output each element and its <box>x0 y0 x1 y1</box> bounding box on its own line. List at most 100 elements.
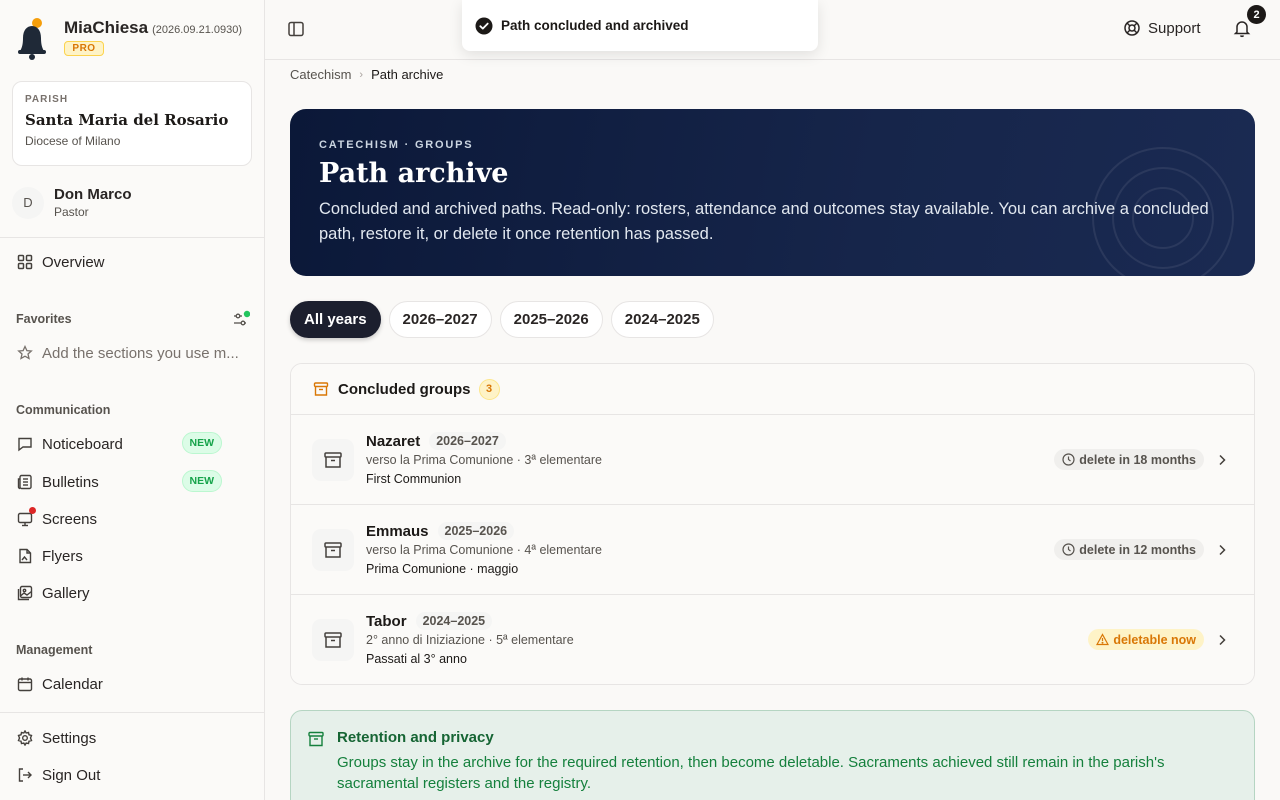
sidebar-item-noticeboard[interactable]: Noticeboard NEW <box>16 432 248 456</box>
favorites-placeholder: Add the sections you use m... <box>42 344 239 362</box>
chevron-right-icon[interactable] <box>1214 452 1230 468</box>
year-badge: 2024–2025 <box>415 612 493 630</box>
user-profile[interactable]: D Don Marco Pastor <box>12 186 132 219</box>
sidebar-item-screens[interactable]: Screens <box>16 507 248 531</box>
check-circle-icon <box>475 17 493 35</box>
retention-status: delete in 12 months <box>1054 539 1204 560</box>
message-icon <box>16 435 34 453</box>
archive-box-icon <box>312 529 354 571</box>
support-button[interactable]: Support <box>1123 19 1201 37</box>
monitor-icon <box>16 507 36 528</box>
sidebar-item-overview[interactable]: Overview <box>16 250 248 274</box>
status-label: delete in 18 months <box>1079 452 1196 467</box>
favorites-label: Favorites <box>16 312 72 326</box>
retention-title: Retention and privacy <box>337 729 494 746</box>
filter-all-years[interactable]: All years <box>290 301 381 338</box>
group-name: Tabor <box>366 612 407 630</box>
grid-icon <box>16 253 34 271</box>
chevron-right-icon: › <box>359 68 364 81</box>
brand[interactable]: MiaChiesa (2026.09.21.0930) PRO <box>16 18 242 62</box>
sidebar-item-label: Noticeboard <box>42 435 123 453</box>
sidebar-toggle-icon[interactable] <box>287 20 305 38</box>
user-name: Don Marco <box>54 186 132 203</box>
concluded-groups-header: Concluded groups 3 <box>291 364 1254 415</box>
table-row[interactable]: Tabor 2024–2025 2° anno di Iniziazione ·… <box>291 595 1254 684</box>
parish-switcher[interactable]: PARISH Santa Maria del Rosario Diocese o… <box>12 81 252 166</box>
retention-status: deletable now <box>1088 629 1204 650</box>
status-label: deletable now <box>1113 632 1196 647</box>
sidebar-item-label: Settings <box>42 729 97 747</box>
sidebar-item-flyers[interactable]: Flyers <box>16 544 248 568</box>
retention-text: Groups stay in the archive for the requi… <box>337 754 1165 792</box>
sidebar-item-label: Calendar <box>42 675 103 693</box>
year-badge: 2026–2027 <box>429 432 506 450</box>
warning-triangle-icon <box>1096 633 1110 646</box>
concluded-groups-title: Concluded groups <box>338 380 471 398</box>
logout-icon <box>16 766 34 784</box>
pro-badge: PRO <box>64 41 104 56</box>
sidebar: MiaChiesa (2026.09.21.0930) PRO PARISH S… <box>0 0 265 800</box>
breadcrumb: Catechism › Path archive <box>290 67 443 82</box>
page-title: Path archive <box>319 158 509 189</box>
sidebar-item-settings[interactable]: Settings <box>16 726 248 750</box>
chevron-right-icon[interactable] <box>1214 542 1230 558</box>
table-row[interactable]: Emmaus 2025–2026 verso la Prima Comunion… <box>291 505 1254 595</box>
group-outcome: First Communion <box>366 472 462 486</box>
table-row[interactable]: Nazaret 2026–2027 verso la Prima Comunio… <box>291 415 1254 505</box>
decorative-rings-icon <box>1092 147 1234 276</box>
sidebar-item-label: Overview <box>42 253 105 271</box>
group-path: verso la Prima Comunione · 4ª elementare <box>366 543 602 557</box>
retention-status: delete in 18 months <box>1054 449 1204 470</box>
bell-logo-icon <box>16 18 50 62</box>
parish-diocese: Diocese of Milano <box>25 134 121 148</box>
filter-2024-2025[interactable]: 2024–2025 <box>610 301 714 338</box>
star-icon <box>16 344 34 362</box>
archive-icon <box>313 381 329 397</box>
communication-label: Communication <box>16 403 111 417</box>
status-label: delete in 12 months <box>1079 542 1196 557</box>
chevron-right-icon[interactable] <box>1214 632 1230 648</box>
year-badge: 2025–2026 <box>437 522 515 540</box>
alert-dot <box>29 507 36 514</box>
clock-icon <box>1062 543 1075 556</box>
app-name: MiaChiesa <box>64 18 149 37</box>
divider <box>0 237 264 238</box>
year-filter: All years 2026–2027 2025–2026 2024–2025 <box>290 301 722 338</box>
clock-icon <box>1062 453 1075 466</box>
group-name: Emmaus <box>366 522 429 540</box>
breadcrumb-current: Path archive <box>371 67 444 82</box>
filter-2026-2027[interactable]: 2026–2027 <box>388 301 492 338</box>
group-outcome: Prima Comunione · maggio <box>366 562 519 576</box>
newspaper-icon <box>16 473 34 491</box>
user-role: Pastor <box>54 205 89 219</box>
parish-label: PARISH <box>25 94 69 105</box>
group-path: 2° anno di Iniziazione · 5ª elementare <box>366 633 574 647</box>
sidebar-item-gallery[interactable]: Gallery <box>16 581 248 605</box>
sidebar-item-bulletins[interactable]: Bulletins NEW <box>16 470 248 494</box>
group-path: verso la Prima Comunione · 3ª elementare <box>366 453 602 467</box>
groups-count-badge: 3 <box>478 378 500 400</box>
archive-box-icon <box>312 619 354 661</box>
concluded-groups-card: Concluded groups 3 Nazaret 2026–2027 ver… <box>290 363 1255 685</box>
new-badge: NEW <box>181 432 222 454</box>
app-version: (2026.09.21.0930) <box>152 24 243 36</box>
sidebar-item-label: Bulletins <box>42 473 99 491</box>
favorites-settings-icon[interactable] <box>232 310 251 328</box>
toast-message: Path concluded and archived <box>501 18 689 33</box>
archive-box-icon <box>312 439 354 481</box>
filter-2025-2026[interactable]: 2025–2026 <box>499 301 603 338</box>
favorites-add[interactable]: Add the sections you use m... <box>16 341 248 365</box>
sidebar-item-label: Screens <box>42 510 98 528</box>
breadcrumb-parent[interactable]: Catechism <box>290 67 351 82</box>
page-description: Concluded and archived paths. Read-only:… <box>319 200 1209 243</box>
sidebar-item-calendar[interactable]: Calendar <box>16 672 248 696</box>
images-icon <box>16 584 34 602</box>
group-name: Nazaret <box>366 432 421 450</box>
retention-notice: Retention and privacy Groups stay in the… <box>290 710 1255 800</box>
management-label: Management <box>16 643 93 657</box>
file-image-icon <box>16 547 34 565</box>
sidebar-item-sign-out[interactable]: Sign Out <box>16 763 248 787</box>
avatar: D <box>12 186 44 219</box>
lifebuoy-icon <box>1123 19 1141 37</box>
support-label: Support <box>1148 19 1201 37</box>
